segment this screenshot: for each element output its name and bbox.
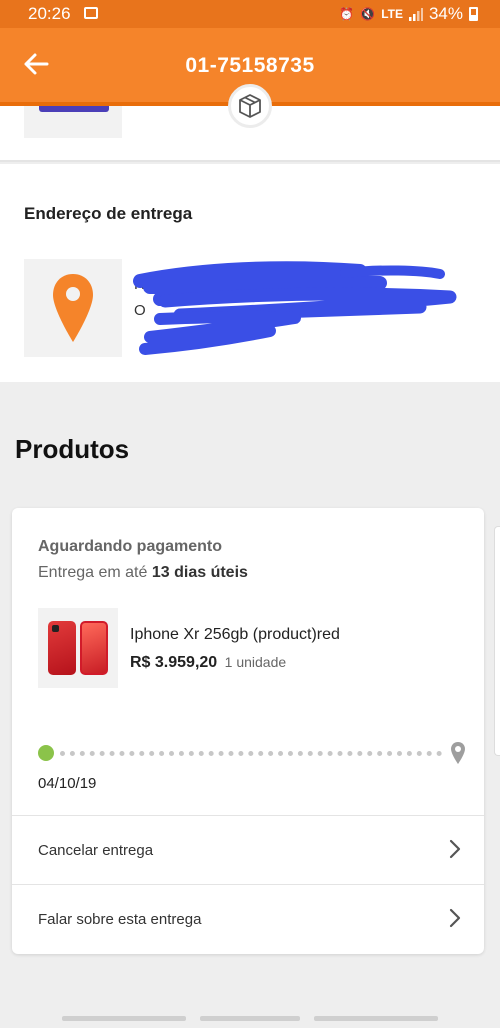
battery-percent: 34%: [428, 4, 463, 23]
product-name[interactable]: Iphone Xr 256gb (product)red: [130, 626, 340, 644]
destination-pin-icon: [451, 742, 465, 764]
chevron-right-icon: [449, 908, 461, 928]
order-number-title: 01-75158735: [185, 54, 315, 77]
nav-home-hint[interactable]: [200, 1016, 300, 1021]
product-card: Aguardando pagamento Entrega em até 13 d…: [12, 508, 484, 954]
alarm-icon: ⏰: [339, 7, 355, 21]
status-icons: ⏰ 🔇 LTE 34%: [339, 4, 478, 24]
address-section: Endereço de entrega R O: [0, 164, 500, 382]
redaction-scribble: [133, 261, 457, 355]
products-title: Produtos: [15, 434, 130, 464]
delivery-progress-track: [38, 741, 466, 765]
delivery-eta: Entrega em até 13 dias úteis: [38, 564, 248, 582]
nav-back-hint[interactable]: [314, 1016, 438, 1021]
battery-icon: [469, 7, 478, 21]
phone-back-image: [48, 621, 76, 675]
cancel-delivery-label: Cancelar entrega: [38, 842, 154, 859]
product-price-line: R$ 3.959,20 1 unidade: [130, 654, 286, 672]
signal-icon: [408, 8, 423, 21]
nav-recent-hint[interactable]: [62, 1016, 186, 1021]
chevron-right-icon: [449, 839, 461, 859]
product-price: R$ 3.959,20: [130, 654, 218, 671]
address-pin-thumbnail: [24, 259, 122, 357]
network-type: LTE: [381, 7, 403, 21]
mute-icon: 🔇: [360, 7, 376, 21]
progress-start-dot: [38, 745, 54, 761]
next-card-peek[interactable]: [494, 526, 500, 756]
phone-front-image: [80, 621, 108, 675]
delivery-thumbnail: [24, 106, 122, 138]
cancel-delivery-row[interactable]: Cancelar entrega: [12, 816, 484, 884]
progress-dotted-line: [60, 751, 442, 756]
product-image[interactable]: [38, 608, 118, 688]
system-nav-bar: [0, 1008, 500, 1028]
eta-prefix: Entrega em até: [38, 564, 148, 581]
status-time: 20:26: [28, 4, 71, 23]
eta-value: 13 dias úteis: [151, 564, 248, 581]
status-bar: 20:26 ⏰ 🔇 LTE 34%: [0, 0, 500, 28]
address-title: Endereço de entrega: [24, 204, 193, 223]
purple-shape: [39, 106, 109, 112]
product-quantity: 1 unidade: [224, 654, 287, 670]
tracking-date: 04/10/19: [38, 775, 97, 792]
location-pin-icon: [53, 274, 93, 342]
talk-about-delivery-label: Falar sobre esta entrega: [38, 911, 202, 928]
package-box-icon: [228, 84, 272, 128]
image-notification-icon: [84, 7, 98, 19]
payment-status: Aguardando pagamento: [38, 538, 223, 555]
talk-about-delivery-row[interactable]: Falar sobre esta entrega: [12, 885, 484, 953]
